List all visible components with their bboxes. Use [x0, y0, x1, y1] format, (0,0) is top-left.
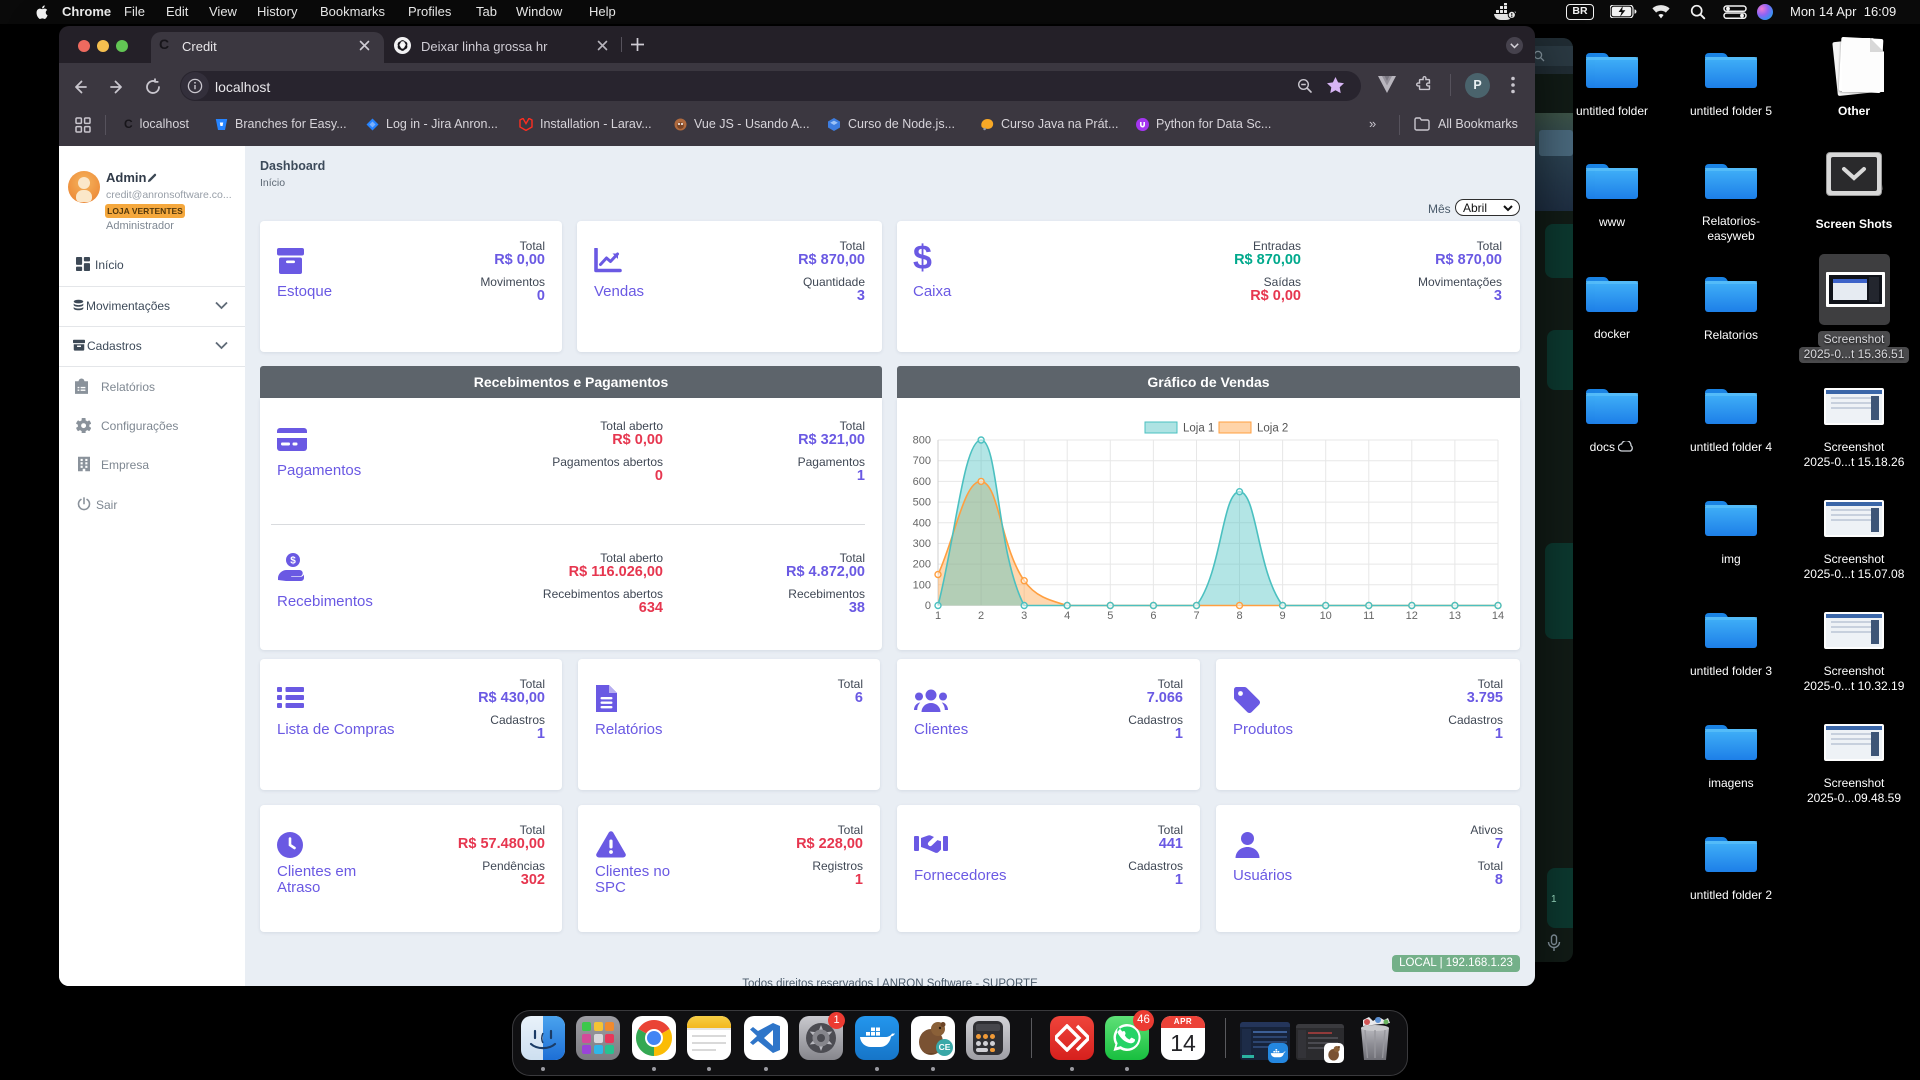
svg-text:800: 800 — [913, 435, 931, 447]
svg-text:$: $ — [290, 556, 296, 567]
svg-text:100: 100 — [913, 579, 931, 591]
svg-text:700: 700 — [913, 455, 931, 467]
svg-text:7: 7 — [1193, 610, 1199, 622]
svg-text:11: 11 — [1363, 610, 1374, 622]
svg-text:600: 600 — [913, 476, 931, 488]
svg-text:10: 10 — [1320, 610, 1332, 622]
svg-text:1: 1 — [935, 610, 941, 622]
svg-text:Loja 1: Loja 1 — [1183, 423, 1214, 435]
svg-text:14: 14 — [1492, 610, 1504, 622]
svg-text:9: 9 — [1280, 610, 1286, 622]
svg-text:6: 6 — [1150, 610, 1156, 622]
svg-text:12: 12 — [1406, 610, 1418, 622]
svg-text:0: 0 — [925, 600, 931, 612]
svg-text:Loja 2: Loja 2 — [1257, 423, 1288, 435]
svg-text:2: 2 — [978, 610, 984, 622]
svg-text:500: 500 — [913, 497, 931, 509]
svg-text:13: 13 — [1449, 610, 1461, 622]
svg-text:300: 300 — [913, 538, 931, 550]
svg-text:8: 8 — [1236, 610, 1242, 622]
svg-text:200: 200 — [913, 559, 931, 571]
svg-text:4: 4 — [1064, 610, 1070, 622]
svg-text:3: 3 — [1021, 610, 1027, 622]
svg-text:5: 5 — [1107, 610, 1113, 622]
svg-text:400: 400 — [913, 517, 931, 529]
